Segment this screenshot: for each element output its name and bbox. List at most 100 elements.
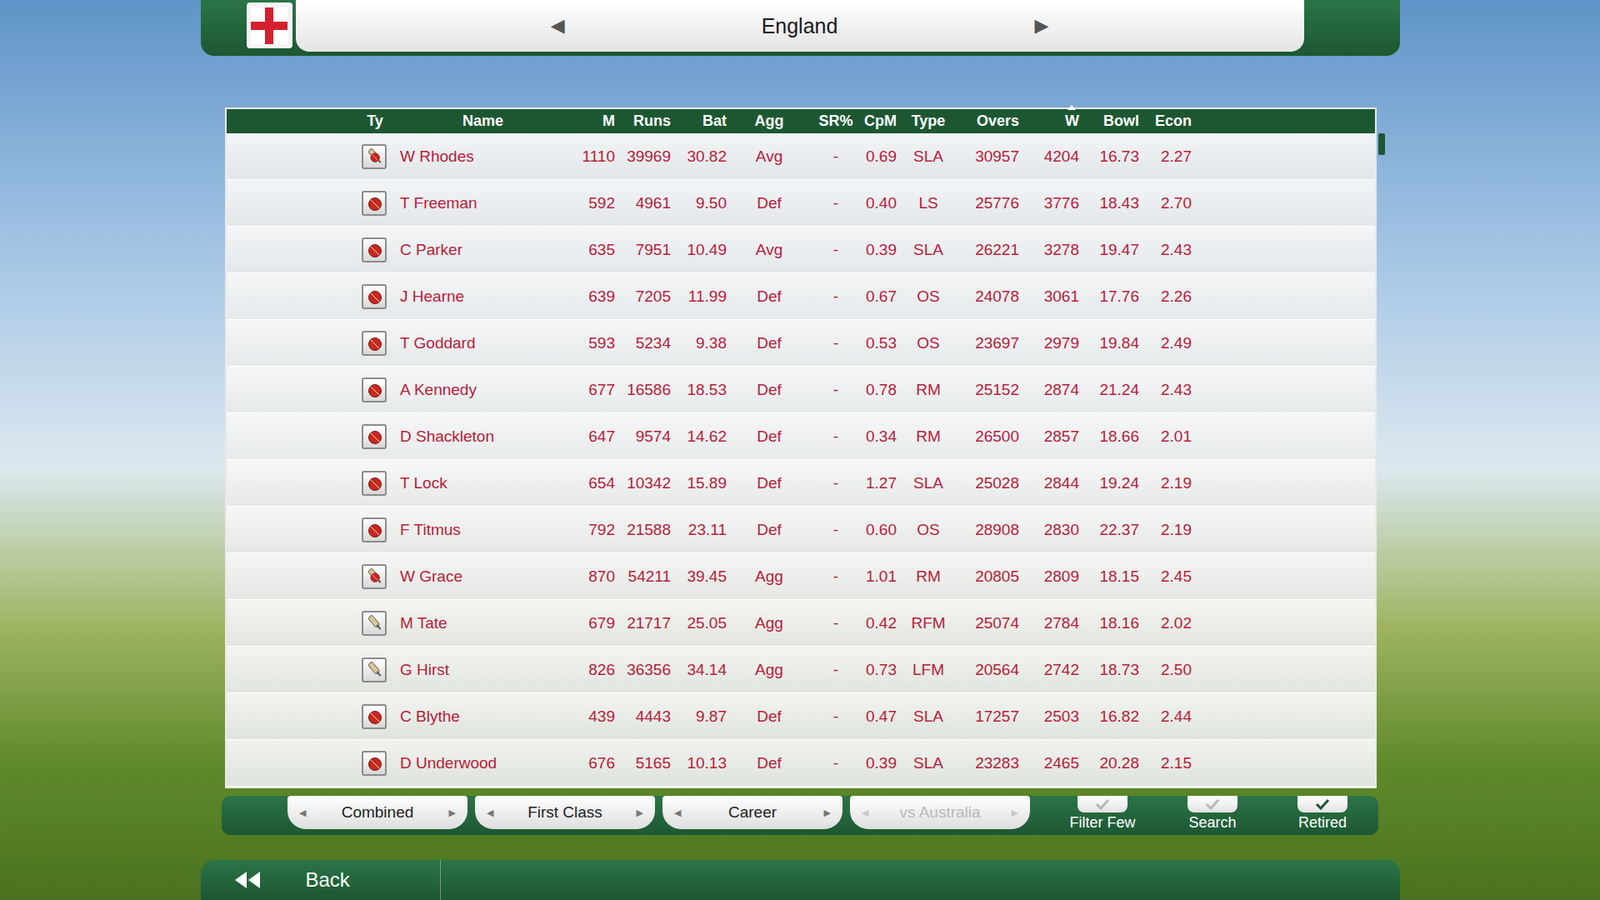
stat-cell: 24078 [960,287,1020,306]
role-icon-frame [361,330,387,356]
bowler-icon [364,240,385,260]
next-option-button[interactable]: ▶ [449,807,456,819]
column-header[interactable]: Bowl [1079,112,1140,130]
back-button[interactable]: Back [200,860,441,900]
prev-option-button[interactable]: ◀ [674,807,681,819]
stat-cell: 18.43 [1079,194,1140,213]
column-header[interactable]: Runs [615,112,671,130]
checkbox[interactable] [1297,795,1348,813]
toggle[interactable]: Search [1175,795,1250,832]
stat-cell: 679 [577,614,615,633]
stat-cell: 2.26 [1139,287,1192,306]
stat-cell: SLA [896,147,960,166]
allrounder-icon [364,566,385,587]
stat-cell: 30957 [960,147,1020,166]
column-header[interactable]: Type [896,112,960,130]
player-name: T Goddard [388,334,578,353]
stat-cell: 647 [577,427,615,446]
table-row[interactable]: C Blythe43944439.87Def-0.47SLA1725725031… [226,693,1375,740]
stat-cell: 3061 [1019,287,1080,306]
toggle-label: Search [1188,814,1236,832]
team-title: England [761,14,839,39]
next-team-button[interactable]: ▶ [1034,15,1049,37]
player-name: J Hearne [388,287,578,306]
stat-cell: 25152 [960,380,1020,400]
scrollbar[interactable] [1378,107,1387,789]
stat-cell: 0.47 [860,707,897,726]
column-header[interactable]: Overs [960,112,1020,130]
table-row[interactable]: W Rhodes11103996930.82Avg-0.69SLA3095742… [226,133,1375,180]
column-header[interactable]: W [1019,112,1080,130]
prev-option-button[interactable]: ◀ [486,807,494,819]
role-icon-frame [361,750,387,776]
toggle-label: Retired [1298,814,1347,832]
stat-cell: SLA [896,240,960,260]
table-row[interactable]: J Hearne639720511.99Def-0.67OS2407830611… [226,273,1375,320]
next-option-button[interactable]: ▶ [824,807,831,819]
bowler-icon [364,193,385,214]
table-row[interactable]: G Hirst8263635634.14Agg-0.73LFM205642742… [226,646,1375,694]
role-icon-frame [361,284,387,310]
stat-cell: 0.78 [860,380,897,400]
stat-cell: 0.67 [860,287,897,306]
stat-cell: 7951 [615,240,671,260]
column-header[interactable]: Name [388,112,578,130]
bowler-icon [364,706,385,727]
prev-option-button[interactable]: ◀ [299,807,306,819]
prev-option-button: ◀ [861,807,869,819]
prev-team-button[interactable]: ◀ [550,15,565,37]
stat-cell: 2784 [1019,614,1080,633]
player-name: G Hirst [388,660,578,680]
stat-cell: 2465 [1019,754,1080,773]
player-name: F Titmus [388,520,578,540]
checkbox[interactable] [1077,795,1128,813]
stat-cell: 14.62 [670,427,727,446]
player-name: W Rhodes [388,147,578,166]
toggle[interactable]: Filter Few [1065,795,1140,832]
table-row[interactable]: T Lock6541034215.89Def-1.27SLA2502828441… [226,460,1375,507]
filter-selector[interactable]: ◀ Combined ▶ [287,795,468,830]
table-row[interactable]: F Titmus7922158823.11Def-0.60OS289082830… [226,506,1375,554]
table-row[interactable]: D Underwood676516510.13Def-0.39SLA232832… [226,740,1375,787]
table-row[interactable]: T Goddard59352349.38Def-0.53OS2369729791… [226,320,1375,367]
stat-cell: 593 [577,334,615,353]
column-header[interactable]: Agg [726,112,812,130]
column-header[interactable]: Ty [361,112,389,130]
stat-cell: RM [896,380,960,400]
stat-cell: LFM [896,660,960,680]
column-header[interactable]: CpM [860,112,897,130]
toggle[interactable]: Retired [1285,795,1360,832]
filter-selector[interactable]: ◀Career▶ [662,795,843,830]
next-option-button[interactable]: ▶ [636,807,644,819]
column-header[interactable]: Bat [670,112,727,130]
stat-cell: 18.53 [670,380,727,400]
stat-cell: 2830 [1019,520,1080,540]
stat-cell: 3278 [1019,240,1080,260]
stat-cell: 2.49 [1139,334,1192,353]
table-row[interactable]: T Freeman59249619.50Def-0.40LS2577637761… [226,180,1375,227]
checkbox[interactable] [1187,795,1238,813]
stat-cell: 16.73 [1079,147,1140,166]
stat-cell: 21.24 [1079,380,1140,400]
role-icon-frame [361,144,387,170]
filter-label: Combined [341,803,415,822]
scroll-thumb[interactable] [1378,133,1385,155]
table-row[interactable]: M Tate6792171725.05Agg-0.42RFM2507427841… [226,600,1375,647]
role-icon-frame [361,190,387,216]
table-row[interactable]: W Grace8705421139.45Agg-1.01RM2080528091… [226,553,1375,600]
role-icon-frame [361,237,387,263]
stat-cell: Def [726,427,812,446]
stat-cell: 654 [577,474,615,493]
table-row[interactable]: D Shackleton647957414.62Def-0.34RM265002… [226,413,1375,460]
table-row[interactable]: A Kennedy6771658618.53Def-0.78RM25152287… [226,366,1375,414]
stat-cell: - [811,287,860,306]
filter-selector: ◀vs Australia▶ [850,795,1030,830]
column-header[interactable]: SR% [811,112,860,130]
column-header[interactable]: Econ [1139,112,1192,130]
stat-cell: - [811,707,860,726]
table-row[interactable]: C Parker635795110.49Avg-0.39SLA262213278… [226,226,1375,274]
filter-selector[interactable]: ◀First Class▶ [475,795,655,830]
column-header[interactable]: M [577,112,615,130]
stat-cell: 5234 [615,334,671,353]
stat-cell: 870 [577,567,615,586]
